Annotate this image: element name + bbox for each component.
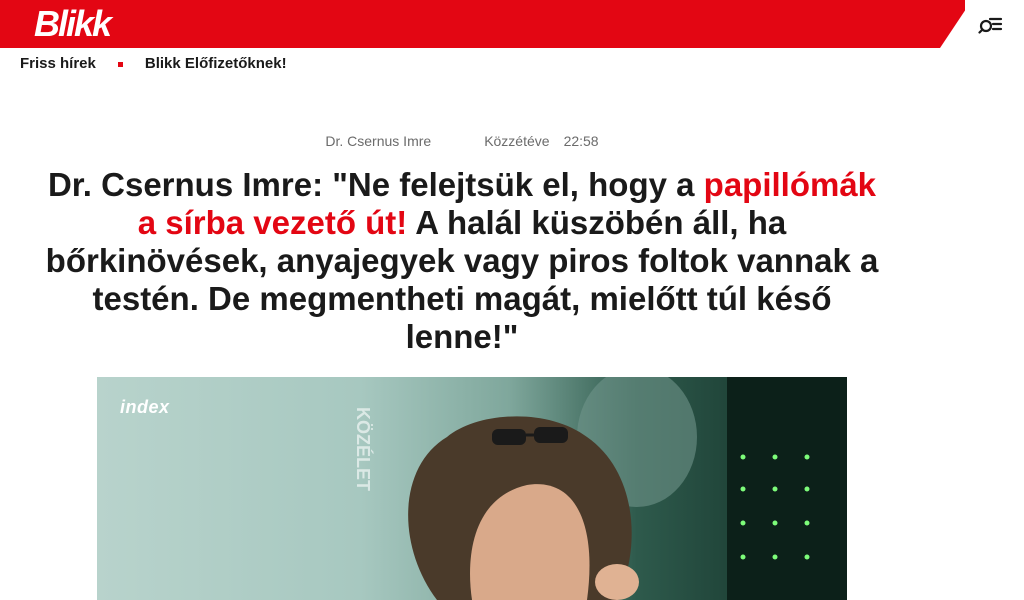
site-header: Blikk bbox=[0, 0, 1024, 48]
blikk-logo[interactable]: Blikk bbox=[34, 4, 112, 44]
article-hero-image[interactable]: index KÖZÉLET bbox=[97, 377, 847, 600]
search-menu-button[interactable] bbox=[978, 12, 1006, 36]
nav-link-blikk-elofizetoknek[interactable]: Blikk Előfizetőknek! bbox=[145, 54, 287, 74]
hero-side-text: KÖZÉLET bbox=[353, 407, 374, 491]
search-menu-icon bbox=[978, 17, 1003, 34]
sub-navigation: Friss hírek Blikk Előfizetőknek! bbox=[20, 54, 287, 74]
hero-side-text-label: KÖZÉLET bbox=[353, 407, 374, 491]
published-time: 22:58 bbox=[563, 133, 599, 149]
article-meta: Dr. Csernus Imre Közzétéve 22:58 bbox=[0, 133, 924, 149]
hero-photo-illustration bbox=[408, 377, 847, 600]
nav-separator bbox=[117, 61, 123, 67]
index-watermark: index bbox=[120, 397, 170, 417]
nav-link-friss-hirek[interactable]: Friss hírek bbox=[20, 54, 96, 74]
header-red-bar bbox=[0, 0, 965, 48]
published-label: Közzétéve bbox=[484, 133, 550, 149]
article-author[interactable]: Dr. Csernus Imre bbox=[325, 133, 431, 149]
article-headline: Dr. Csernus Imre: "Ne felejtsük el, hogy… bbox=[40, 166, 884, 356]
headline-part-1: Dr. Csernus Imre: "Ne felejtsük el, hogy… bbox=[47, 166, 695, 203]
